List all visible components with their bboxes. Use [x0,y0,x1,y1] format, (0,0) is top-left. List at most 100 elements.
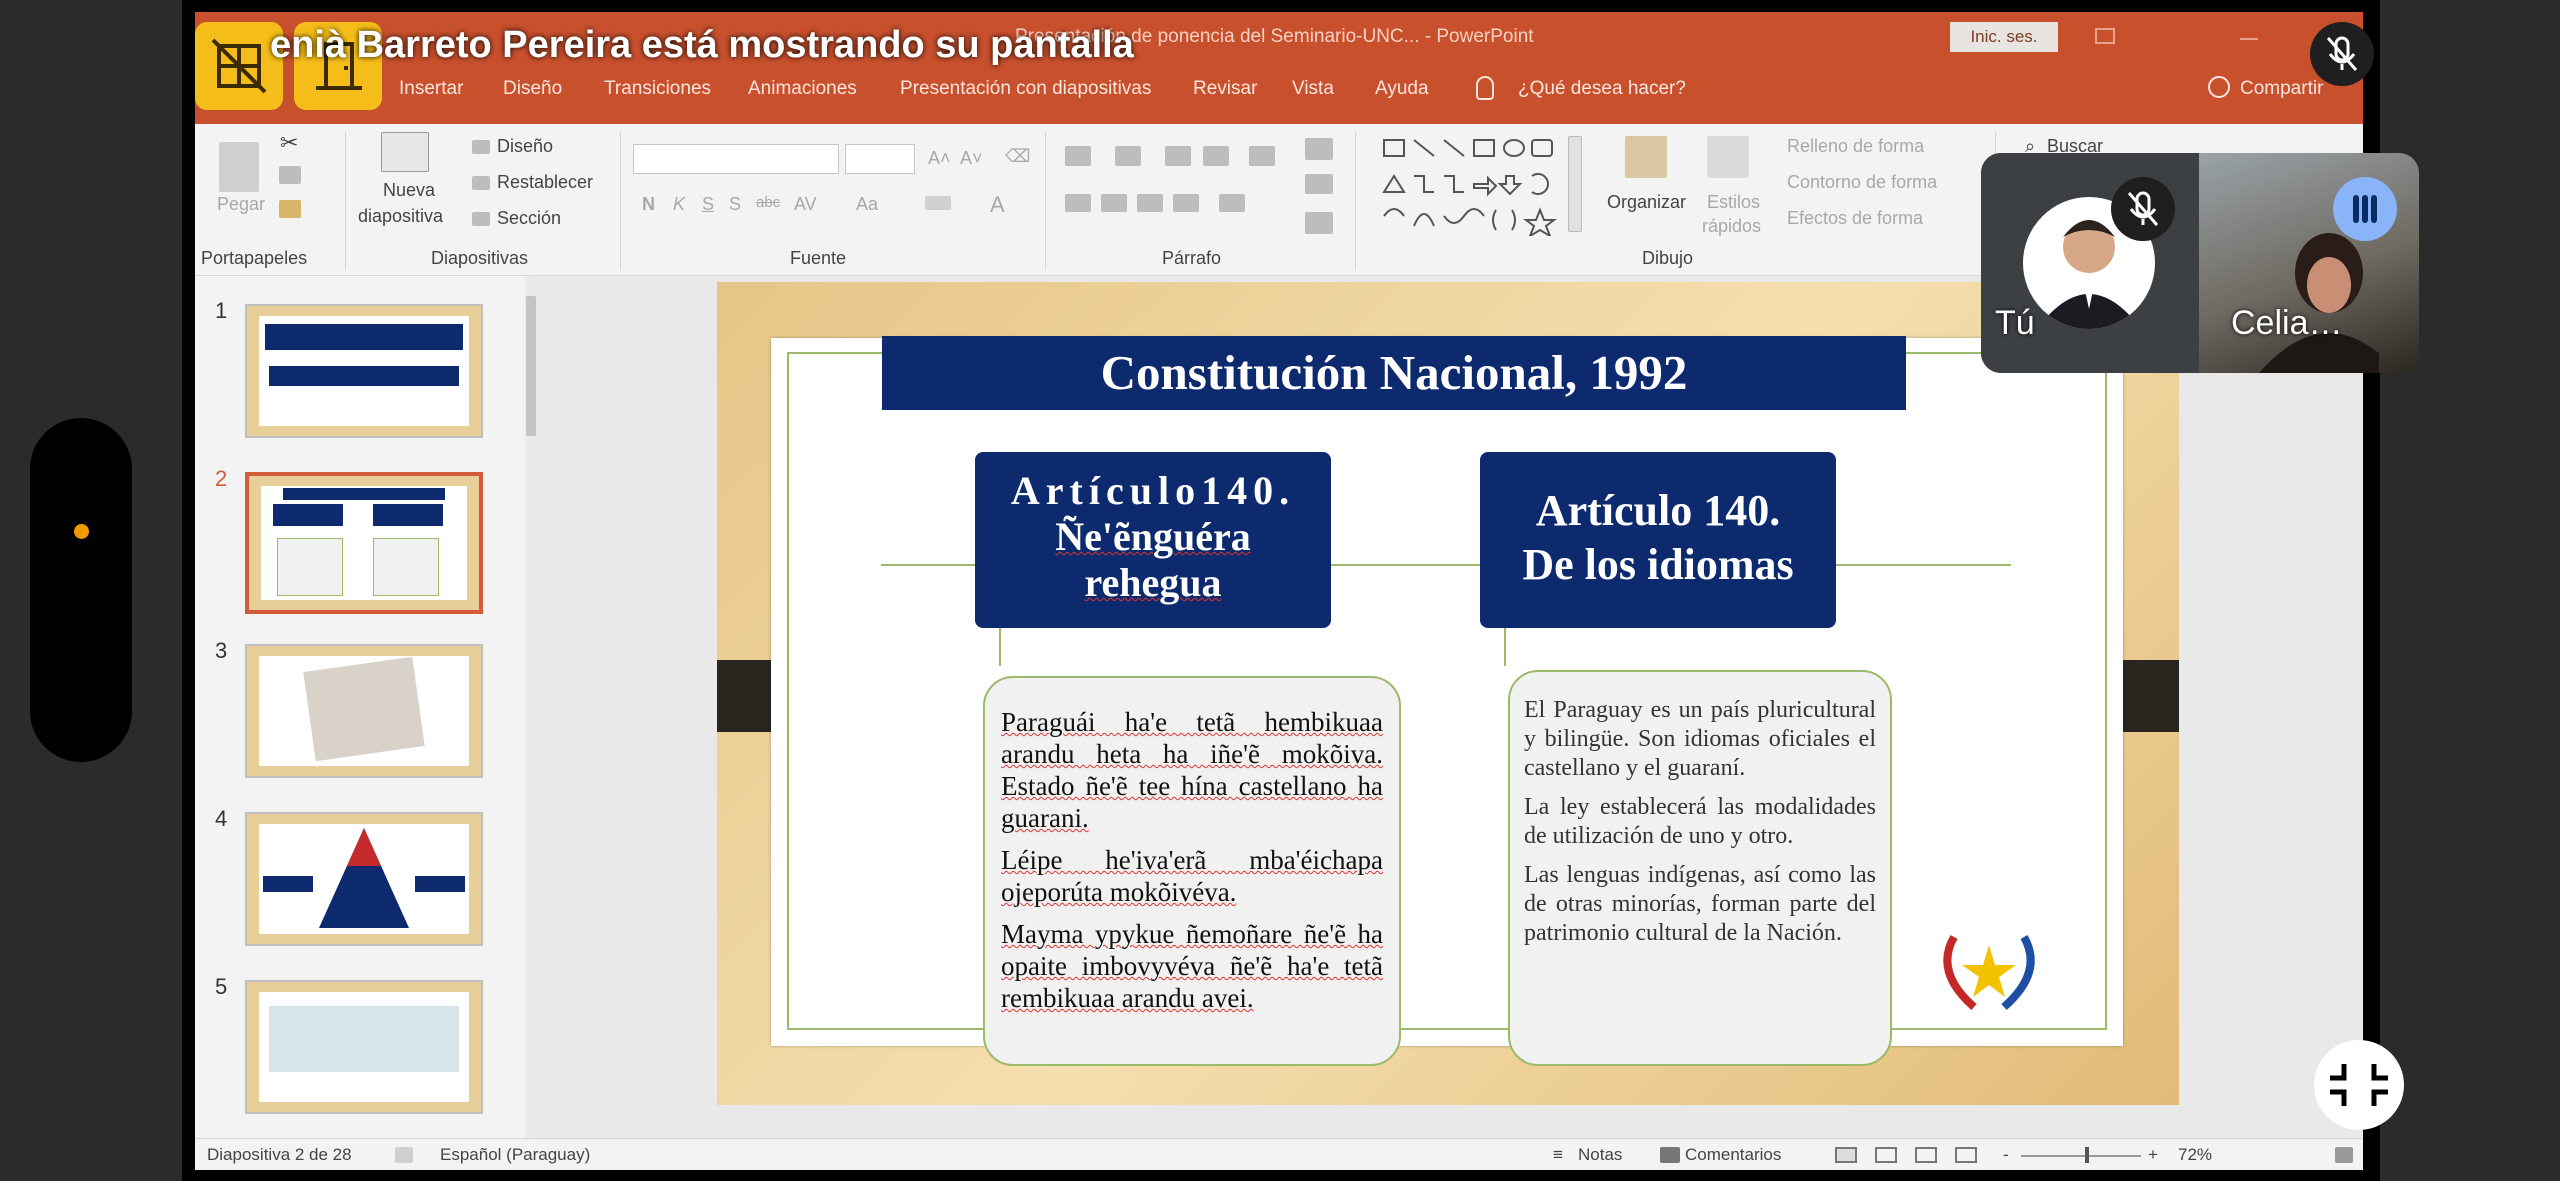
slide-thumbnail[interactable] [245,644,483,778]
collapse-icon [2330,1064,2388,1106]
zoom-in-button[interactable]: + [2148,1145,2158,1165]
left-paragraph-3: Mayma ypykue ñemoñare ñe'ẽ ha opaite imb… [1001,919,1383,1013]
new-slide-label-1[interactable]: Nueva [383,180,435,201]
new-slide-label-2[interactable]: diapositiva [358,206,443,227]
italic-button[interactable]: K [673,194,685,215]
shape-fill-button[interactable]: Relleno de forma [1787,136,1924,157]
right-heading-line-1: Artículo 140. [1535,486,1781,535]
format-painter-icon[interactable] [279,200,301,218]
mic-off-icon[interactable] [2310,22,2374,86]
clear-format-icon[interactable]: ⌫ [1005,146,1030,167]
normal-view-icon[interactable] [1835,1147,1857,1163]
zoom-slider[interactable] [2021,1155,2141,1157]
tab-presentacion[interactable]: Presentación con diapositivas [900,78,1151,100]
left-text-box: Paraguái ha'e tetã hembikuaa arandu heta… [983,676,1401,1066]
layout-button[interactable]: Diseño [497,136,553,157]
lightbulb-icon [1476,76,1494,100]
paraguay-emblem-icon [1943,935,2035,1011]
group-portapapeles: Portapapeles [201,248,308,268]
participant-tile-self[interactable]: Tú [1981,153,2199,373]
tab-revisar[interactable]: Revisar [1193,78,1257,100]
increase-indent-icon[interactable] [1203,146,1229,166]
notes-button[interactable]: Notas [1578,1145,1622,1165]
align-left-icon[interactable] [1065,194,1091,212]
left-heading-line-3: rehegua [1084,560,1222,605]
left-heading-line-2: Ñe'ẽnguéra [1055,514,1251,559]
decrease-indent-icon[interactable] [1165,146,1191,166]
left-paragraph-1: Paraguái ha'e tetã hembikuaa arandu heta… [1001,707,1383,833]
tab-vista[interactable]: Vista [1292,78,1334,100]
text-direction-icon[interactable] [1305,138,1333,160]
zoom-out-button[interactable]: - [2003,1145,2009,1165]
font-size-combo[interactable] [845,144,915,174]
cut-icon[interactable]: ✂ [280,130,298,156]
left-paragraph-2: Léipe he'iva'erã mba'éichapa ojeporúta m… [1001,845,1383,907]
side-panel-pill[interactable] [30,418,132,762]
fit-slide-icon[interactable] [2335,1147,2353,1163]
tell-me-search[interactable]: ¿Qué desea hacer? [1518,78,1686,100]
tab-animaciones[interactable]: Animaciones [748,78,857,100]
paste-icon[interactable] [219,142,259,192]
minimize-icon[interactable] [2240,38,2258,40]
participant-tile-celia[interactable]: Celia… [2199,153,2419,373]
shapes-scroll[interactable] [1568,136,1582,232]
shape-outline-button[interactable]: Contorno de forma [1787,172,1937,193]
copy-icon[interactable] [279,166,301,184]
comments-button[interactable]: Comentarios [1685,1145,1781,1165]
underline-button[interactable]: S [702,194,714,215]
line-spacing-icon[interactable] [1249,146,1275,166]
ribbon-display-icon[interactable] [2095,28,2115,44]
justify-icon[interactable] [1173,194,1199,212]
grow-font-icon[interactable]: A˄ [928,148,951,169]
highlight-icon[interactable] [925,196,951,210]
numbering-icon[interactable] [1115,146,1141,166]
bullets-icon[interactable] [1065,146,1091,166]
font-name-combo[interactable] [633,144,839,174]
signin-button[interactable]: Inic. ses. [1950,22,2058,52]
align-right-icon[interactable] [1137,194,1163,212]
slide-canvas[interactable]: Constitución Nacional, 1992 Artículo140.… [717,282,2179,1105]
frame-line [787,352,789,1030]
columns-icon[interactable] [1219,194,1245,212]
slide-thumbnail[interactable] [245,812,483,946]
reset-icon [472,176,490,190]
slideshow-icon[interactable] [1955,1147,1977,1163]
bold-button[interactable]: N [642,194,655,215]
tab-insertar[interactable]: Insertar [399,78,463,100]
slide-thumbnail[interactable] [245,304,483,438]
reading-view-icon[interactable] [1915,1147,1937,1163]
tab-diseno[interactable]: Diseño [503,78,562,100]
spacing-button[interactable]: AV [794,194,817,215]
zoom-slider-thumb[interactable] [2085,1147,2089,1163]
exit-fullscreen-button[interactable] [2314,1040,2404,1130]
shape-effects-button[interactable]: Efectos de forma [1787,208,1923,229]
strikethrough-button[interactable]: abc [756,194,780,211]
font-color-button[interactable]: A [990,192,1005,218]
quick-styles-label-2[interactable]: rápidos [1702,216,1761,237]
section-button[interactable]: Sección [497,208,561,229]
align-center-icon[interactable] [1101,194,1127,212]
left-heading-line-1: Artículo140. [1010,468,1296,513]
shapes-gallery[interactable] [1380,136,1560,236]
align-text-icon[interactable] [1305,174,1333,194]
tab-transiciones[interactable]: Transiciones [604,78,711,100]
slide-thumbnail-selected[interactable] [245,472,483,614]
quick-styles-icon[interactable] [1707,136,1749,178]
quick-styles-label-1[interactable]: Estilos [1707,192,1760,213]
language-indicator[interactable]: Español (Paraguay) [440,1145,590,1165]
thumbnail-scrollbar[interactable] [525,276,537,1138]
new-slide-icon[interactable] [381,132,429,172]
slide-thumbnail[interactable] [245,980,483,1114]
arrange-icon[interactable] [1625,136,1667,178]
zoom-level[interactable]: 72% [2178,1145,2212,1165]
change-case-button[interactable]: Aa [856,194,878,215]
shadow-button[interactable]: S [729,194,741,215]
tab-ayuda[interactable]: Ayuda [1375,78,1429,100]
spellcheck-icon[interactable] [395,1147,413,1163]
slide-sorter-icon[interactable] [1875,1147,1897,1163]
right-text-box: El Paraguay es un país pluricultural y b… [1508,670,1892,1066]
shrink-font-icon[interactable]: A˅ [960,148,983,169]
arrange-button[interactable]: Organizar [1607,192,1686,213]
reset-button[interactable]: Restablecer [497,172,593,193]
smartart-icon[interactable] [1305,212,1333,234]
